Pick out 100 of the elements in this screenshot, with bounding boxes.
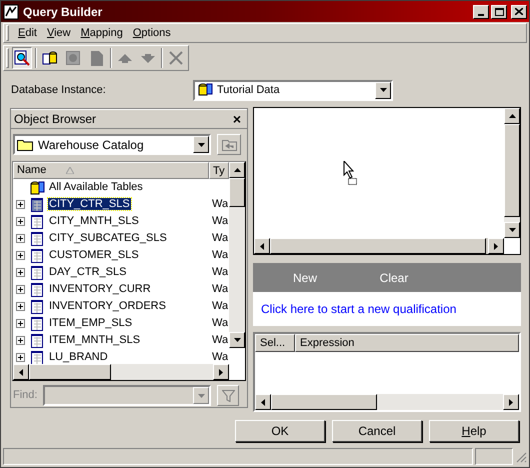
- down-arrow-icon: [140, 54, 155, 62]
- up-folder-icon: [222, 138, 236, 150]
- database-icon: [29, 180, 45, 196]
- folder-icon: [17, 138, 33, 150]
- expand-icon[interactable]: [16, 200, 24, 209]
- scroll-left-icon: [19, 368, 23, 376]
- filter-button[interactable]: [217, 385, 239, 406]
- scroll-right-icon: [509, 398, 513, 406]
- scroll-thumb[interactable]: [504, 124, 520, 217]
- table-cell-text: Wa: [212, 299, 228, 314]
- dropdown-arrow-icon: [198, 142, 204, 146]
- expand-icon[interactable]: [16, 302, 24, 311]
- select-tool-button[interactable]: [12, 47, 32, 69]
- table-icon: [29, 214, 45, 230]
- scroll-left-icon: [260, 242, 264, 250]
- action-button[interactable]: Clear: [354, 268, 434, 286]
- dropdown-arrow-icon: [198, 394, 204, 398]
- table-icon: [29, 196, 45, 212]
- table-cell-text: Wa: [212, 265, 228, 280]
- tree-item[interactable]: DAY_CTR_SLS: [47, 264, 212, 281]
- vertical-scrollbar[interactable]: [229, 162, 245, 348]
- window-title: Query Builder: [23, 4, 104, 20]
- tree-item[interactable]: CITY_MNTH_SLS: [47, 213, 212, 230]
- table-cell-text: Wa: [212, 282, 228, 298]
- expand-icon[interactable]: [16, 268, 24, 277]
- column-header[interactable]: Ty: [209, 162, 229, 179]
- menu-item[interactable]: Options: [128, 24, 176, 42]
- action-button[interactable]: New: [280, 268, 330, 286]
- table-cell-text: Wa: [212, 214, 228, 230]
- column-header[interactable]: Expression: [295, 334, 519, 352]
- dropdown-arrow-icon: [380, 88, 386, 92]
- canvas-pane[interactable]: [253, 107, 521, 255]
- table-icon: [29, 282, 45, 298]
- tree-item[interactable]: INVENTORY_ORDERS: [47, 298, 212, 315]
- frame-icon: [66, 51, 80, 65]
- scroll-thumb[interactable]: [271, 394, 377, 410]
- column-header[interactable]: Sel...: [255, 334, 295, 352]
- expand-icon[interactable]: [16, 336, 24, 345]
- sort-arrow-icon: [66, 167, 74, 174]
- scroll-down-icon: [234, 338, 240, 342]
- tree-item[interactable]: CITY_SUBCATEG_SLS: [47, 230, 212, 247]
- resize-grip-icon[interactable]: [515, 450, 527, 462]
- page-icon: [90, 50, 103, 66]
- dialog-button[interactable]: Help: [429, 420, 519, 442]
- tree-item[interactable]: ITEM_MNTH_SLS: [47, 332, 212, 349]
- tree-item[interactable]: CUSTOMER_SLS: [47, 247, 212, 264]
- table-cell-text: Wa: [212, 231, 228, 246]
- tree-item[interactable]: LU_BRAND: [47, 349, 212, 366]
- close-icon: [515, 8, 523, 15]
- maximize-button[interactable]: [491, 4, 507, 18]
- close-button[interactable]: [511, 4, 527, 18]
- menu-item[interactable]: Mapping: [76, 24, 128, 42]
- panel-title: Object Browser: [14, 111, 98, 128]
- table-icon: [29, 248, 45, 264]
- catalog-dropdown[interactable]: Warehouse Catalog: [13, 134, 211, 155]
- maximize-icon: [494, 8, 504, 16]
- table-cell-text: Wa: [212, 197, 228, 212]
- scroll-thumb[interactable]: [270, 238, 486, 254]
- scroll-down-icon: [508, 228, 516, 232]
- up-folder-button[interactable]: [217, 134, 241, 155]
- scroll-thumb[interactable]: [229, 178, 245, 207]
- dialog-button[interactable]: Cancel: [332, 420, 422, 442]
- table-cell-text: Wa: [212, 248, 228, 264]
- status-bar: [475, 448, 513, 465]
- drag-cursor-icon: [343, 161, 359, 186]
- scroll-right-icon: [219, 368, 223, 376]
- menu-item[interactable]: View: [42, 24, 76, 42]
- column-header[interactable]: Name: [13, 162, 209, 179]
- database-instance-dropdown[interactable]: Tutorial Data: [193, 80, 393, 100]
- up-arrow-icon: [118, 54, 132, 62]
- tree-item[interactable]: ITEM_EMP_SLS: [47, 315, 212, 332]
- expand-icon[interactable]: [16, 319, 24, 328]
- app-icon: [3, 4, 19, 20]
- find-label: Find:: [13, 388, 38, 404]
- find-field[interactable]: [43, 385, 211, 406]
- minimize-button[interactable]: [473, 4, 489, 18]
- menu-item[interactable]: Edit: [13, 24, 42, 42]
- magnifier-icon: [14, 50, 30, 66]
- expand-icon[interactable]: [16, 353, 24, 362]
- tree-item[interactable]: CITY_CTR_SLS: [47, 196, 212, 213]
- table-icon: [29, 264, 45, 280]
- expand-icon[interactable]: [16, 251, 24, 260]
- table-cell-text: Wa: [212, 350, 228, 366]
- close-button[interactable]: ×: [230, 112, 244, 126]
- table-icon: [29, 230, 45, 246]
- table-icon: [29, 350, 45, 366]
- filter-icon: [222, 390, 234, 402]
- expand-icon[interactable]: [16, 285, 24, 294]
- scroll-right-icon: [494, 242, 498, 250]
- database-icon: [197, 82, 213, 98]
- tree-item[interactable]: All Available Tables: [47, 179, 212, 196]
- horizontal-scrollbar[interactable]: [13, 364, 229, 380]
- scroll-thumb[interactable]: [29, 364, 111, 380]
- table-cell-text: Wa: [212, 333, 228, 348]
- tree-item[interactable]: INVENTORY_CURR: [47, 281, 212, 298]
- expand-icon[interactable]: [16, 217, 24, 226]
- dialog-button[interactable]: OK: [235, 420, 325, 442]
- expand-icon[interactable]: [16, 234, 24, 243]
- minimize-icon: [478, 14, 484, 16]
- delete-icon: [168, 51, 183, 65]
